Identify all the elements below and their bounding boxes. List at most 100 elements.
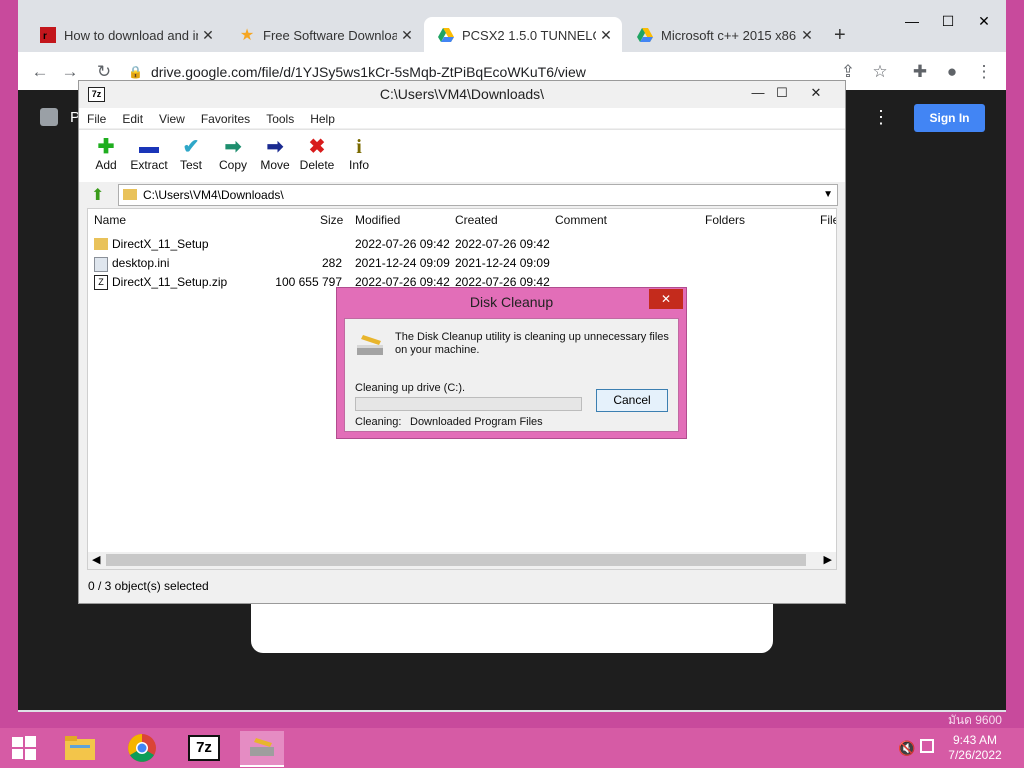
maximize-button[interactable]: ☐ xyxy=(767,83,797,103)
extract-button[interactable]: ▬ Extract xyxy=(127,136,171,172)
folder-icon xyxy=(94,238,108,250)
windows-start-icon[interactable] xyxy=(2,731,46,765)
close-tab-icon[interactable]: ✕ xyxy=(397,27,417,44)
volume-muted-icon[interactable]: 🔇 xyxy=(898,740,915,757)
move-label: Move xyxy=(260,158,290,172)
address-row: ⬆ C:\Users\VM4\Downloads\ ▼ xyxy=(79,182,845,208)
tab-microsoft-cpp[interactable]: Microsoft c++ 2015 x86 a ✕ xyxy=(623,17,823,53)
close-button[interactable]: ✕ xyxy=(801,83,831,103)
folder-icon xyxy=(123,189,137,200)
copy-button[interactable]: ➡ Copy xyxy=(211,136,255,172)
tab-strip: r How to download and ins ✕ ★ Free Softw… xyxy=(18,0,1006,53)
chrome-icon[interactable] xyxy=(120,731,164,765)
window-title: C:\Users\VM4\Downloads\ xyxy=(379,86,545,102)
file-explorer-icon[interactable] xyxy=(58,731,102,765)
horizontal-scrollbar[interactable]: ◀ ▶ xyxy=(88,552,836,569)
extensions-icon[interactable]: ✚ xyxy=(908,60,932,84)
dialog-title: Disk Cleanup xyxy=(469,294,554,310)
minimize-button[interactable]: — xyxy=(894,10,930,32)
scroll-left-icon[interactable]: ◀ xyxy=(92,553,100,566)
file-name: DirectX_11_Setup xyxy=(112,237,209,251)
taskbar: 7z 🔇 9:43 AM 7/26/2022 xyxy=(0,728,1024,768)
file-modified: 2022-07-26 09:42 xyxy=(355,237,450,251)
more-options-icon[interactable]: ⋮ xyxy=(872,108,890,126)
new-tab-button[interactable]: + xyxy=(834,24,846,47)
menu-help[interactable]: Help xyxy=(302,108,343,128)
add-button[interactable]: ✚ Add xyxy=(84,136,128,172)
delete-x-icon: ✖ xyxy=(308,136,326,158)
clock-date: 7/26/2022 xyxy=(948,748,1002,762)
menu-bar: File Edit View Favorites Tools Help xyxy=(79,108,845,128)
sevenzip-taskbar-icon[interactable]: 7z xyxy=(182,731,226,765)
disk-cleanup-dialog: Disk Cleanup ✕ The Disk Cleanup utility … xyxy=(336,287,687,439)
menu-tools[interactable]: Tools xyxy=(258,108,302,128)
close-window-button[interactable]: ✕ xyxy=(966,10,1002,32)
add-label: Add xyxy=(95,158,117,172)
list-item[interactable]: desktop.ini 282 2021-12-24 09:09 2021-12… xyxy=(88,254,836,273)
checkmark-icon: ✔ xyxy=(182,136,200,158)
menu-file[interactable]: File xyxy=(79,108,114,128)
file-size: 282 xyxy=(321,256,342,270)
info-button[interactable]: i Info xyxy=(337,136,381,172)
file-size: 100 655 797 xyxy=(275,275,342,289)
copy-arrow-icon: ➡ xyxy=(224,136,242,158)
tab-how-to-download[interactable]: r How to download and ins ✕ xyxy=(26,17,224,53)
list-item[interactable]: DirectX_11_Setup 2022-07-26 09:42 2022-0… xyxy=(88,235,836,254)
menu-favorites[interactable]: Favorites xyxy=(193,108,258,128)
scroll-right-icon[interactable]: ▶ xyxy=(824,553,832,566)
delete-label: Delete xyxy=(299,158,335,172)
bookmark-star-icon[interactable]: ☆ xyxy=(868,60,892,84)
tab-title: How to download and ins xyxy=(64,27,198,43)
sevenzip-titlebar: 7z C:\Users\VM4\Downloads\ — ☐ ✕ xyxy=(79,81,845,107)
drive-label: Cleaning up drive (C:). xyxy=(355,382,466,394)
column-modified[interactable]: Modified xyxy=(355,209,400,231)
dialog-message: The Disk Cleanup utility is cleaning up … xyxy=(395,331,669,356)
file-type-icon xyxy=(40,108,58,126)
column-size[interactable]: Size xyxy=(320,209,343,231)
path-combobox[interactable]: C:\Users\VM4\Downloads\ ▼ xyxy=(118,184,838,206)
archive-icon: Z xyxy=(94,275,108,290)
close-tab-icon[interactable]: ✕ xyxy=(596,27,616,44)
tab-free-software[interactable]: ★ Free Software Download | ✕ xyxy=(225,17,423,53)
maximize-button[interactable]: ☐ xyxy=(930,10,966,32)
file-name: desktop.ini xyxy=(112,256,170,270)
sign-in-button[interactable]: Sign In xyxy=(914,104,985,132)
dialog-body: The Disk Cleanup utility is cleaning up … xyxy=(344,318,679,432)
svg-text:r: r xyxy=(43,31,47,42)
tab-title: Microsoft c++ 2015 x86 a xyxy=(661,27,797,43)
column-name[interactable]: Name xyxy=(94,209,126,231)
minus-icon: ▬ xyxy=(139,136,159,158)
menu-view[interactable]: View xyxy=(151,108,193,128)
column-folders[interactable]: Folders xyxy=(705,209,745,231)
disk-cleanup-taskbar-icon[interactable] xyxy=(240,731,284,767)
profile-icon[interactable]: ● xyxy=(940,60,964,84)
chevron-down-icon[interactable]: ▼ xyxy=(823,185,833,205)
column-comment[interactable]: Comment xyxy=(555,209,607,231)
document-preview xyxy=(251,602,773,653)
menu-edit[interactable]: Edit xyxy=(114,108,151,128)
scroll-thumb[interactable] xyxy=(106,554,806,566)
test-label: Test xyxy=(179,158,202,172)
back-icon[interactable]: ← xyxy=(28,60,52,84)
path-text: C:\Users\VM4\Downloads\ xyxy=(143,188,284,202)
chrome-menu-icon[interactable]: ⋮ xyxy=(972,60,996,84)
column-file[interactable]: File xyxy=(820,209,836,231)
close-tab-icon[interactable]: ✕ xyxy=(797,27,817,44)
close-tab-icon[interactable]: ✕ xyxy=(198,27,218,44)
cancel-button[interactable]: Cancel xyxy=(596,389,668,412)
file-created: 2022-07-26 09:42 xyxy=(455,237,550,251)
tab-pcsx2[interactable]: PCSX2 1.5.0 TUNNELGIST ✕ xyxy=(424,17,622,53)
lock-icon: 🔒 xyxy=(128,65,143,79)
red-site-icon: r xyxy=(40,27,56,43)
up-folder-icon[interactable]: ⬆ xyxy=(91,185,104,205)
test-button[interactable]: ✔ Test xyxy=(169,136,213,172)
close-dialog-button[interactable]: ✕ xyxy=(649,289,683,309)
column-created[interactable]: Created xyxy=(455,209,498,231)
move-button[interactable]: ➡ Move xyxy=(253,136,297,172)
info-icon: i xyxy=(356,136,362,158)
copy-label: Copy xyxy=(218,158,247,172)
star-favicon-icon: ★ xyxy=(239,27,255,44)
delete-button[interactable]: ✖ Delete xyxy=(295,136,339,172)
file-created: 2021-12-24 09:09 xyxy=(455,256,550,270)
system-clock[interactable]: 9:43 AM 7/26/2022 xyxy=(930,733,1020,763)
